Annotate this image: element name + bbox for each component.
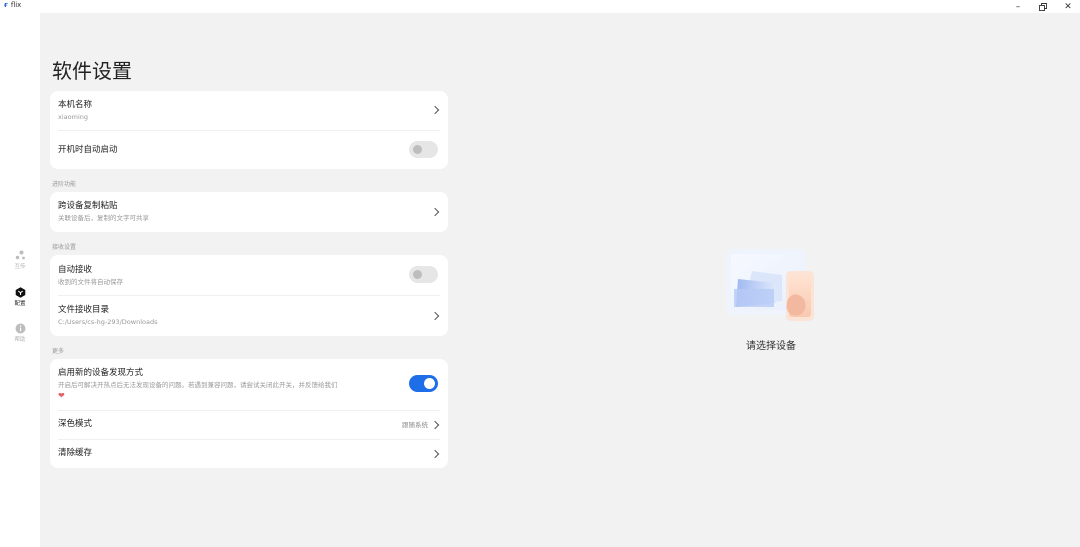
section-label-receive: 接收设置 — [52, 244, 77, 251]
sidebar-item-label: 帮助 — [14, 337, 26, 343]
autostart-toggle[interactable] — [409, 141, 438, 158]
toggle-knob — [413, 145, 422, 154]
auto-receive-title: 自动接收 — [58, 265, 93, 275]
toggle-knob — [413, 270, 422, 279]
chevron-right-icon — [430, 420, 440, 430]
empty-state-text: 请选择设备 — [746, 341, 796, 352]
clear-cache-title: 清除缓存 — [58, 448, 93, 458]
auto-receive-subtitle: 收到的文件将自动保存 — [58, 278, 123, 286]
sidebar: 互传 配置 帮助 — [0, 13, 40, 547]
more-settings-card: 启用新的设备发现方式 开启后可解决开热点后无法发现设备的问题。若遇到兼容问题，请… — [50, 359, 448, 468]
clipboard-row[interactable]: 跨设备复制粘贴 关联设备后，复制的文字可共享 — [50, 192, 448, 232]
discovery-toggle[interactable] — [409, 375, 438, 392]
advanced-settings-card: 跨设备复制粘贴 关联设备后，复制的文字可共享 — [50, 192, 448, 232]
device-select-illustration — [726, 249, 816, 323]
chevron-right-icon — [430, 311, 440, 321]
app-title-text: flix — [10, 1, 22, 9]
settings-hex-icon — [15, 287, 26, 298]
chevron-right-icon — [430, 449, 440, 459]
device-name-value: xiaoming — [58, 113, 88, 121]
info-icon — [15, 323, 26, 334]
sidebar-item-label: 配置 — [14, 301, 26, 307]
auto-receive-toggle[interactable] — [409, 266, 438, 283]
chevron-right-icon — [430, 207, 440, 217]
sidebar-item-settings[interactable]: 配置 — [0, 287, 40, 307]
minimize-button[interactable]: – — [1007, 0, 1029, 13]
receive-dir-row[interactable]: 文件接收目录 C:/Users/cs-hg-293/Downloads — [50, 295, 448, 336]
discovery-subtitle: 开启后可解决开热点后无法发现设备的问题。若遇到兼容问题，请尝试关闭此开关，并反馈… — [58, 381, 338, 389]
flix-logo-icon: ғ — [4, 1, 8, 9]
receive-dir-path: C:/Users/cs-hg-293/Downloads — [58, 318, 158, 326]
clear-cache-row[interactable]: 清除缓存 — [50, 439, 448, 468]
heart-icon: ❤ — [58, 391, 65, 400]
sidebar-item-transfer[interactable]: 互传 — [0, 250, 40, 270]
dark-mode-title: 深色模式 — [58, 419, 93, 429]
receive-settings-card: 自动接收 收到的文件将自动保存 文件接收目录 C:/Users/cs-hg-29… — [50, 255, 448, 336]
restore-icon — [1039, 2, 1047, 11]
dark-mode-row[interactable]: 深色模式 跟随系统 — [50, 410, 448, 439]
dark-mode-value: 跟随系统 — [402, 421, 428, 429]
restore-button[interactable] — [1032, 0, 1054, 13]
section-label-advanced: 进阶功能 — [52, 181, 77, 188]
device-name-title: 本机名称 — [58, 100, 93, 110]
page-title: 软件设置 — [52, 59, 132, 83]
sidebar-item-help[interactable]: 帮助 — [0, 323, 40, 343]
basic-settings-card: 本机名称 xiaoming 开机时自动启动 — [50, 91, 448, 169]
section-label-more: 更多 — [52, 348, 65, 355]
share-dots-icon — [15, 250, 26, 261]
chevron-right-icon — [430, 105, 440, 115]
main-panel: 软件设置 本机名称 xiaoming 开机时自动启动 进阶功能 跨设备复制粘贴 … — [40, 13, 1080, 547]
device-name-row[interactable]: 本机名称 xiaoming — [50, 91, 448, 130]
toggle-knob — [424, 378, 435, 389]
close-button[interactable]: ✕ — [1057, 0, 1079, 13]
app-title: ғ flix — [4, 1, 21, 9]
clipboard-title: 跨设备复制粘贴 — [58, 201, 118, 211]
title-bar: ғ flix – ✕ — [0, 0, 1080, 13]
autostart-title: 开机时自动启动 — [58, 145, 118, 155]
discovery-title: 启用新的设备发现方式 — [58, 368, 144, 378]
discovery-row: 启用新的设备发现方式 开启后可解决开热点后无法发现设备的问题。若遇到兼容问题，请… — [50, 359, 448, 410]
receive-dir-title: 文件接收目录 — [58, 305, 110, 315]
auto-receive-row: 自动接收 收到的文件将自动保存 — [50, 255, 448, 295]
autostart-row: 开机时自动启动 — [50, 130, 448, 169]
sidebar-item-label: 互传 — [14, 264, 26, 270]
clipboard-subtitle: 关联设备后，复制的文字可共享 — [58, 214, 149, 222]
